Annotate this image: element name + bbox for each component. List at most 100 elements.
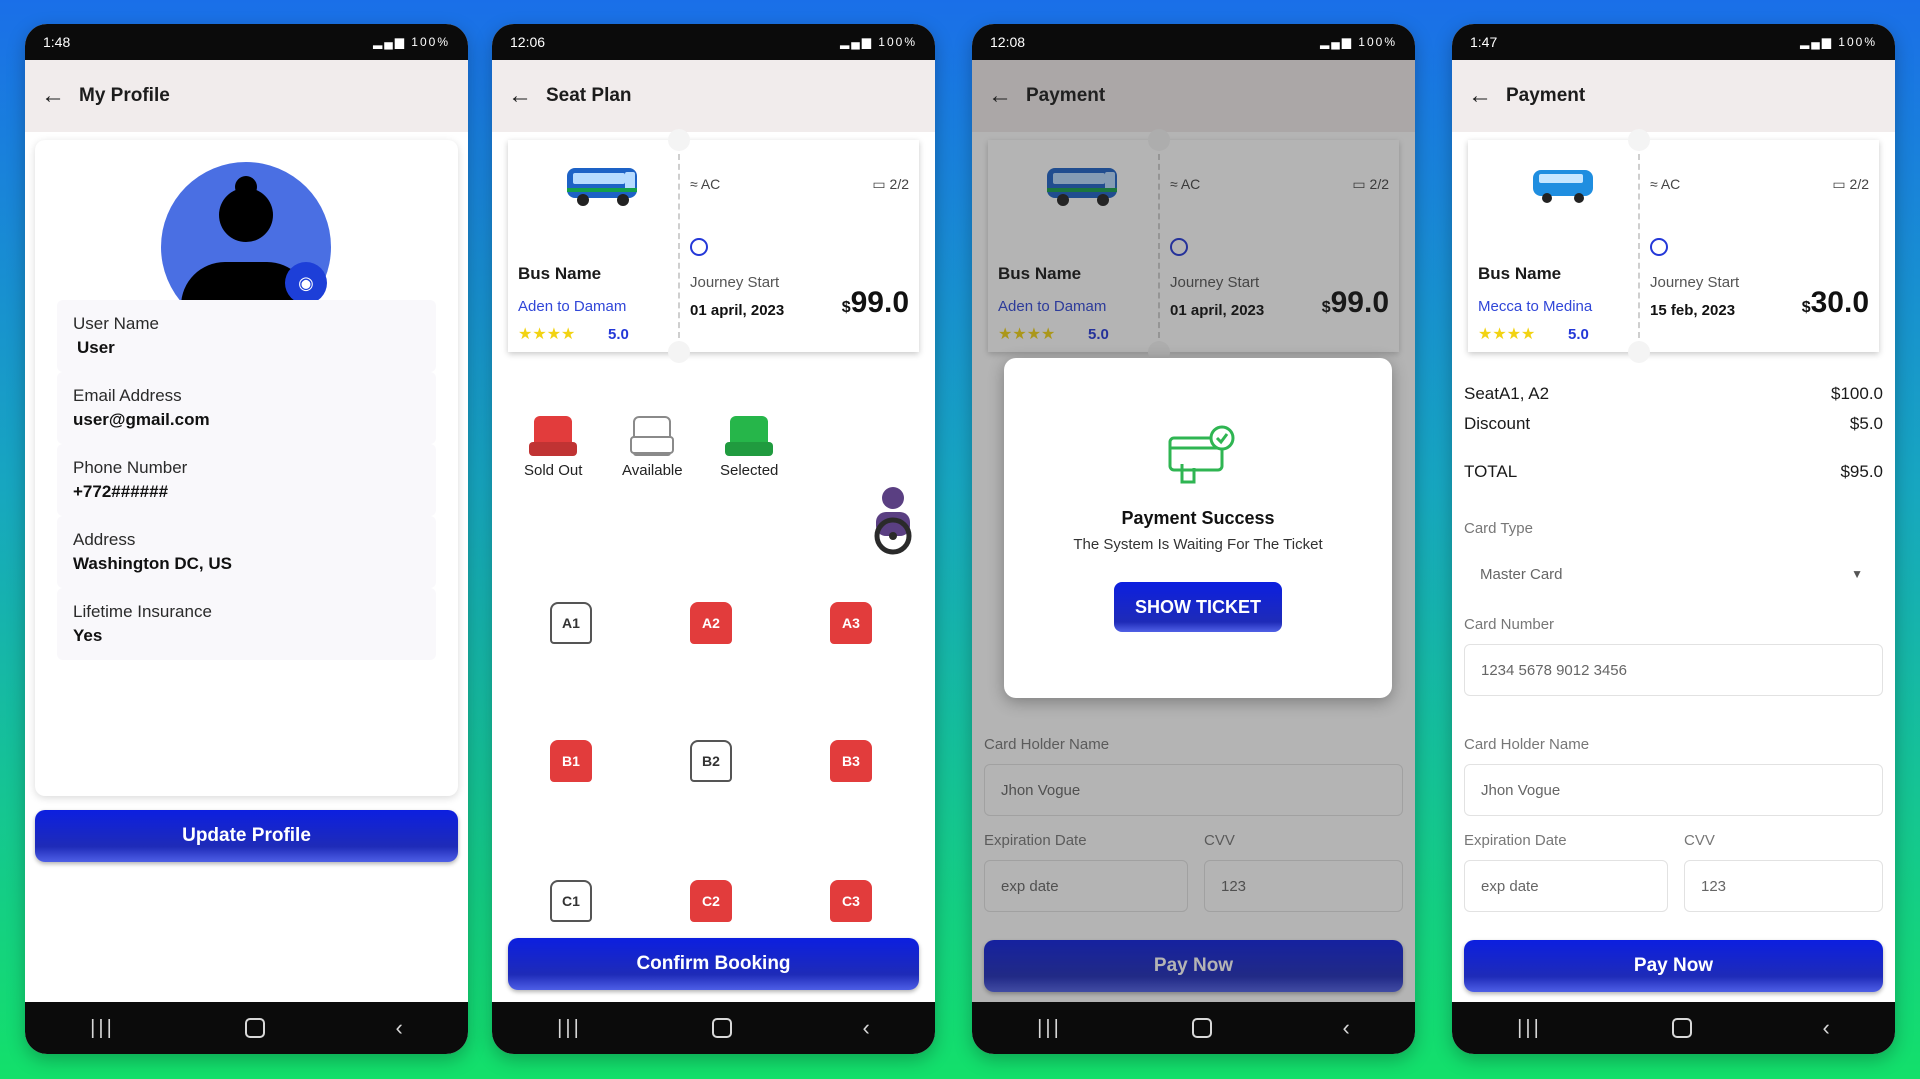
camera-icon[interactable]: ◉: [285, 262, 327, 304]
seat-B2[interactable]: B2: [690, 740, 732, 782]
status-bar: 12:08 ▂▄▆ 100%: [972, 24, 1415, 60]
home-icon[interactable]: [712, 1018, 733, 1038]
profile-card: ◉ User Name User Email Address user@gmai…: [35, 140, 458, 796]
nav-back-icon[interactable]: ‹: [1342, 1015, 1349, 1041]
field-value: Yes: [73, 626, 103, 645]
legend-available: Available: [622, 416, 683, 479]
seat-C3[interactable]: C3: [830, 880, 872, 922]
legend-selected: Selected: [720, 416, 778, 479]
nav-back-icon[interactable]: ‹: [395, 1015, 402, 1041]
status-bar: 1:48 ▂▄▆ 100%: [25, 24, 468, 60]
ac-badge: ≈ AC: [1650, 176, 1681, 192]
status-bar: 1:47 ▂▄▆ 100%: [1452, 24, 1895, 60]
steering-wheel-icon: [874, 487, 912, 555]
status-time: 1:48: [43, 34, 71, 50]
field-label: Phone Number: [73, 458, 188, 477]
star-rating-icon: ★★★★: [518, 326, 576, 343]
home-icon[interactable]: [1672, 1018, 1693, 1038]
nav-bar: ||| ‹: [1452, 1002, 1895, 1054]
back-arrow-icon[interactable]: ←: [1468, 82, 1492, 110]
ac-badge: ≈ AC: [690, 176, 721, 192]
total-amount: $95.0: [1840, 462, 1883, 481]
bus-name: Bus Name: [1478, 264, 1562, 283]
signal-icon: ▂▄▆: [1320, 35, 1359, 49]
battery-indicator: ▂▄▆ 100%: [1800, 35, 1877, 49]
address-field[interactable]: Address Washington DC, US: [57, 516, 436, 588]
recent-apps-icon[interactable]: |||: [1517, 1017, 1542, 1040]
card-type-select[interactable]: Master Card ▼: [1464, 548, 1883, 600]
ticket-notch: [668, 129, 690, 151]
clock-icon: [690, 238, 708, 256]
insurance-field[interactable]: Lifetime Insurance Yes: [57, 588, 436, 660]
battery-indicator: ▂▄▆ 100%: [373, 35, 450, 49]
phone-field[interactable]: Phone Number +772######: [57, 444, 436, 516]
nav-bar: ||| ‹: [492, 1002, 935, 1054]
card-holder-input[interactable]: Jhon Vogue: [1464, 764, 1883, 816]
expiration-input[interactable]: exp date: [1464, 860, 1668, 912]
ticket-card: Bus Name Mecca to Medina ★★★★ 5.0 ≈ AC ▭…: [1468, 129, 1879, 363]
rating-value: 5.0: [1568, 326, 1589, 343]
journey-date: 01 april, 2023: [690, 302, 785, 319]
legend-sold: Sold Out: [524, 416, 582, 479]
seat-icon: ▭: [1832, 176, 1850, 192]
home-icon[interactable]: [245, 1018, 266, 1038]
status-time: 12:06: [510, 34, 546, 50]
seat-icon: ▭: [872, 176, 890, 192]
bus-icon: [567, 168, 637, 206]
seat-A3[interactable]: A3: [830, 602, 872, 644]
chair-selected-icon: [730, 416, 769, 456]
seats-count: ▭ 2/2: [1832, 176, 1869, 192]
seat-C2[interactable]: C2: [690, 880, 732, 922]
nav-back-icon[interactable]: ‹: [862, 1015, 869, 1041]
card-type-label: Card Type: [1464, 520, 1533, 537]
update-profile-button[interactable]: Update Profile: [35, 810, 458, 862]
back-arrow-icon[interactable]: ←: [508, 82, 532, 110]
recent-apps-icon[interactable]: |||: [1037, 1017, 1062, 1040]
app-bar: ← Seat Plan: [492, 60, 935, 132]
field-value: Washington DC, US: [73, 554, 232, 573]
field-label: Lifetime Insurance: [73, 602, 212, 621]
confirm-booking-button[interactable]: Confirm Booking: [508, 938, 919, 990]
cvv-input[interactable]: 123: [1684, 860, 1883, 912]
ticket-divider: [1638, 154, 1640, 338]
discount-amount: $5.0: [1849, 414, 1883, 433]
discount-label: Discount: [1464, 414, 1531, 433]
card-holder-label: Card Holder Name: [1464, 736, 1590, 753]
recent-apps-icon[interactable]: |||: [557, 1017, 582, 1040]
page-title: Payment: [1506, 85, 1586, 106]
route-text: Mecca to Medina: [1478, 298, 1593, 315]
back-arrow-icon[interactable]: ←: [41, 82, 65, 110]
ticket-notch: [668, 341, 690, 363]
expiration-label: Expiration Date: [1464, 832, 1567, 849]
ticket-notch: [1628, 129, 1650, 151]
pay-now-button[interactable]: Pay Now: [1464, 940, 1883, 992]
seat-C1[interactable]: C1: [550, 880, 592, 922]
card-number-input[interactable]: 1234 5678 9012 3456: [1464, 644, 1883, 696]
email-field[interactable]: Email Address user@gmail.com: [57, 372, 436, 444]
dialog-title: Payment Success: [1121, 508, 1275, 528]
app-bar: ← Payment: [1452, 60, 1895, 132]
bus-name: Bus Name: [518, 264, 602, 283]
ticket-card: Bus Name Aden to Damam ★★★★ 5.0 ≈ AC ▭ 2…: [508, 129, 919, 363]
recent-apps-icon[interactable]: |||: [90, 1017, 115, 1040]
phone-profile: 1:48 ▂▄▆ 100% ← My Profile ◉ User Name U…: [25, 24, 468, 1054]
seat-summary-row: SeatA1, A2 $100.0: [1464, 384, 1883, 404]
home-icon[interactable]: [1192, 1018, 1213, 1038]
seat-amount: $100.0: [1831, 384, 1883, 403]
battery-indicator: ▂▄▆ 100%: [1320, 35, 1397, 49]
journey-date: 15 feb, 2023: [1650, 302, 1736, 319]
ticket-price: $99.0: [841, 286, 909, 319]
seat-B3[interactable]: B3: [830, 740, 872, 782]
field-value: +772######: [73, 482, 169, 501]
show-ticket-button[interactable]: SHOW TICKET: [1114, 582, 1282, 632]
card-payment-icon: [1168, 425, 1235, 484]
seat-A2[interactable]: A2: [690, 602, 732, 644]
status-time: 12:08: [990, 34, 1026, 50]
phone-payment-success: 12:08 ▂▄▆ 100% ← Payment Bus Name Aden t…: [972, 24, 1415, 1054]
nav-back-icon[interactable]: ‹: [1822, 1015, 1829, 1041]
ticket-price: $30.0: [1801, 286, 1869, 319]
username-field[interactable]: User Name User: [57, 300, 436, 372]
seat-A1[interactable]: A1: [550, 602, 592, 644]
seat-B1[interactable]: B1: [550, 740, 592, 782]
status-time: 1:47: [1470, 34, 1498, 50]
